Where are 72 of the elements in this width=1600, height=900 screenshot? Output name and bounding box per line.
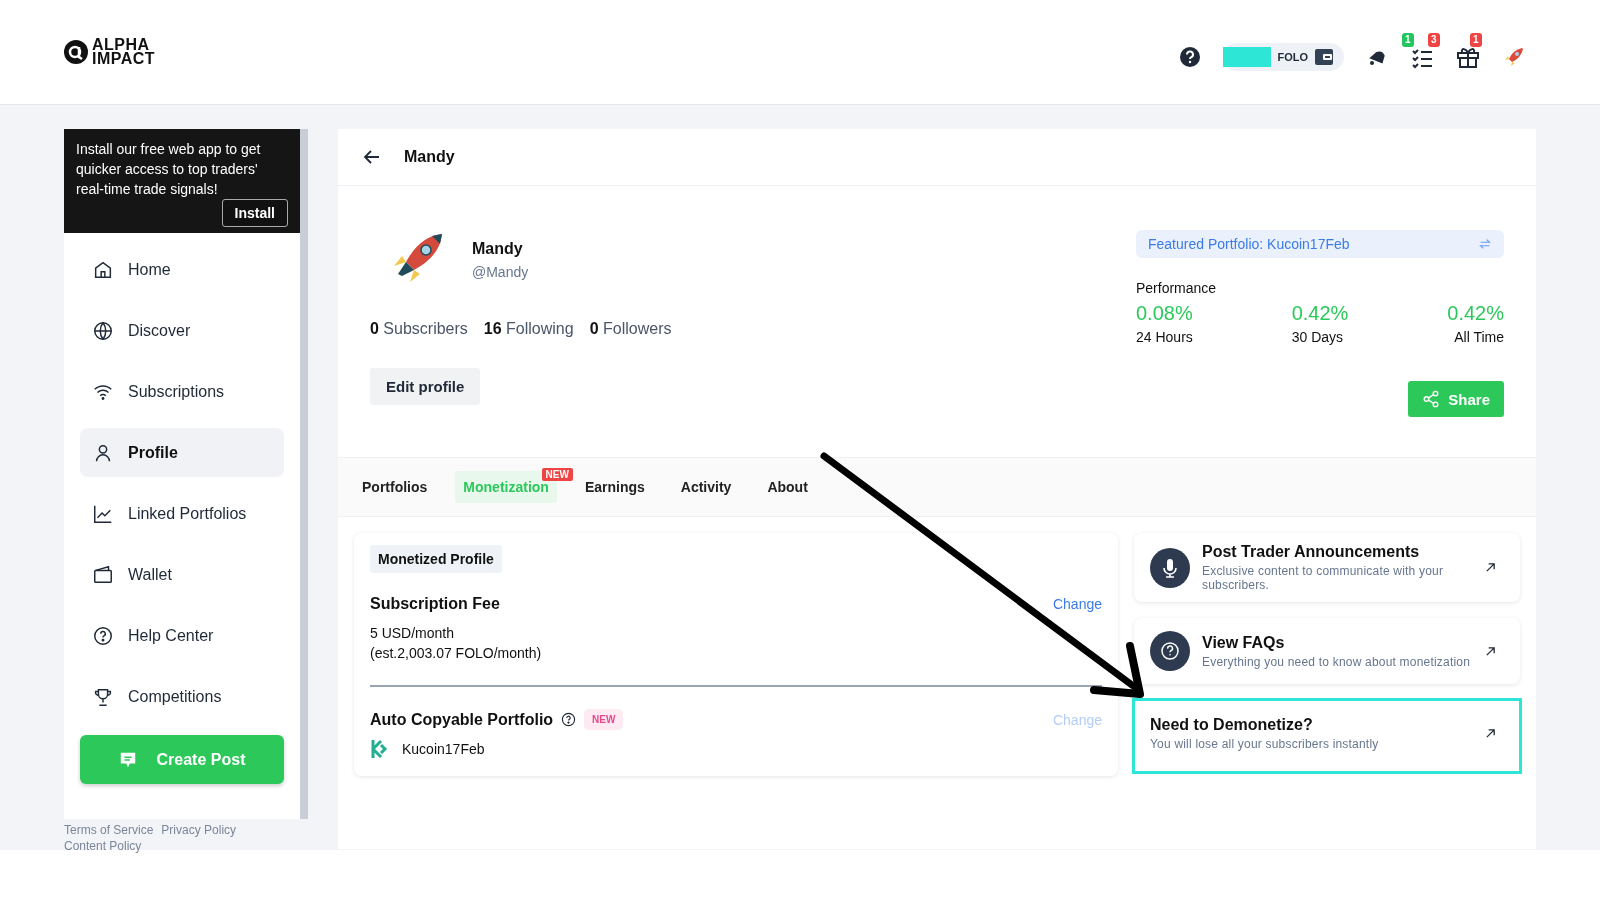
- share-icon: [1422, 390, 1441, 408]
- action-title: Post Trader Announcements: [1202, 543, 1421, 561]
- action-card[interactable]: Post Trader Announcements Exclusive content to communicate with your subscribers.: [1134, 533, 1520, 602]
- logo[interactable]: ALPHA IMPACT: [64, 38, 162, 66]
- featured-portfolio-text: Featured Portfolio: Kucoin17Feb: [1148, 236, 1350, 252]
- sidebar-item[interactable]: Wallet: [80, 550, 284, 599]
- performance-value: 0.42%: [1291, 302, 1349, 325]
- portfolio-name: Kucoin17Feb: [402, 741, 485, 757]
- action-title: Need to Demonetize?: [1150, 715, 1314, 734]
- profile-stat[interactable]: 0 Subscribers: [370, 320, 468, 338]
- action-card[interactable]: Need to Demonetize? You will lose all your subscribers instantly: [1134, 700, 1520, 772]
- tab[interactable]: Activity: [672, 471, 740, 503]
- featured-portfolio-bar[interactable]: Featured Portfolio: Kucoin17Feb: [1136, 230, 1504, 258]
- section-title: Subscription Fee: [370, 595, 500, 613]
- external-link-icon: [1485, 562, 1496, 573]
- profile-handle: @Mandy: [472, 264, 529, 280]
- count-badge: 3: [1428, 33, 1440, 47]
- gift-icon[interactable]: [1456, 45, 1480, 69]
- banner-text: Install our free web app to get quicker access to top traders' real-time trade signals!: [76, 140, 262, 199]
- external-link-icon: [1485, 645, 1496, 657]
- sidebar-item[interactable]: Linked Portfolios: [80, 489, 284, 538]
- profile-name: Mandy: [472, 240, 524, 258]
- alpha-logo-icon: [64, 40, 88, 64]
- balance-bar: [1223, 47, 1272, 67]
- performance-period: 24 Hours: [1136, 329, 1193, 345]
- action-description: You will lose all your subscribers instantly: [1150, 736, 1380, 751]
- new-badge: NEW: [584, 709, 624, 730]
- performance-period: All Time: [1454, 329, 1504, 345]
- rocket-icon[interactable]: [1502, 45, 1526, 69]
- wallet-icon: [1314, 48, 1334, 66]
- sidebar-item[interactable]: Profile: [80, 428, 284, 477]
- microphone-icon: [1150, 547, 1190, 588]
- performance-value: 0.42%: [1447, 302, 1504, 325]
- sidebar-item[interactable]: Subscriptions: [80, 367, 284, 416]
- sidebar-item[interactable]: Help Center: [80, 611, 284, 660]
- help-icon[interactable]: [1179, 46, 1202, 68]
- tab[interactable]: Earnings: [576, 471, 653, 503]
- profile-stat[interactable]: 0 Followers: [589, 320, 672, 338]
- performance-title: Performance: [1136, 280, 1218, 296]
- tab[interactable]: About: [759, 471, 816, 503]
- footer-link[interactable]: Terms of Service: [64, 823, 154, 837]
- tab[interactable]: Portfolios: [354, 471, 436, 503]
- external-link-icon: [1485, 727, 1496, 739]
- performance-value: 0.08%: [1136, 302, 1193, 325]
- sidebar-item[interactable]: Competitions: [80, 672, 284, 721]
- fee-text: 5 USD/month: [370, 625, 456, 641]
- action-description: Everything you need to know about monetization: [1202, 654, 1472, 669]
- sidebar-item[interactable]: Home: [80, 245, 284, 294]
- count-badge: 1: [1402, 33, 1414, 47]
- wallet-pill[interactable]: FOLO: [1223, 43, 1344, 71]
- monetized-tag: Monetized Profile: [370, 545, 502, 573]
- wallet-label: FOLO: [1277, 51, 1308, 63]
- action-title: View FAQs: [1202, 633, 1286, 652]
- globe-icon: [92, 319, 114, 342]
- help-icon[interactable]: [561, 712, 577, 727]
- page-title: Mandy: [404, 148, 455, 166]
- edit-profile-button[interactable]: Edit profile: [370, 368, 481, 405]
- sidebar-item[interactable]: Discover: [80, 306, 284, 355]
- profile-stat[interactable]: 16 Following: [483, 320, 574, 338]
- install-button[interactable]: Install: [221, 199, 288, 227]
- action-description: Exclusive content to communicate with your subscribers.: [1202, 564, 1445, 592]
- new-badge: NEW: [541, 468, 573, 481]
- change-link[interactable]: Change: [1052, 596, 1102, 612]
- action-card[interactable]: View FAQs Everything you need to know about monetization: [1134, 618, 1520, 684]
- count-badge: 1: [1470, 33, 1482, 47]
- wallet-icon: [92, 563, 114, 586]
- help-icon: [92, 624, 114, 647]
- help-icon: [1150, 631, 1190, 671]
- section-title: Auto Copyable Portfolio: [370, 710, 554, 729]
- message-icon: [118, 750, 137, 769]
- performance-period: 30 Days: [1291, 329, 1345, 345]
- fee-text: (est.2,003.07 FOLO/month): [370, 645, 543, 661]
